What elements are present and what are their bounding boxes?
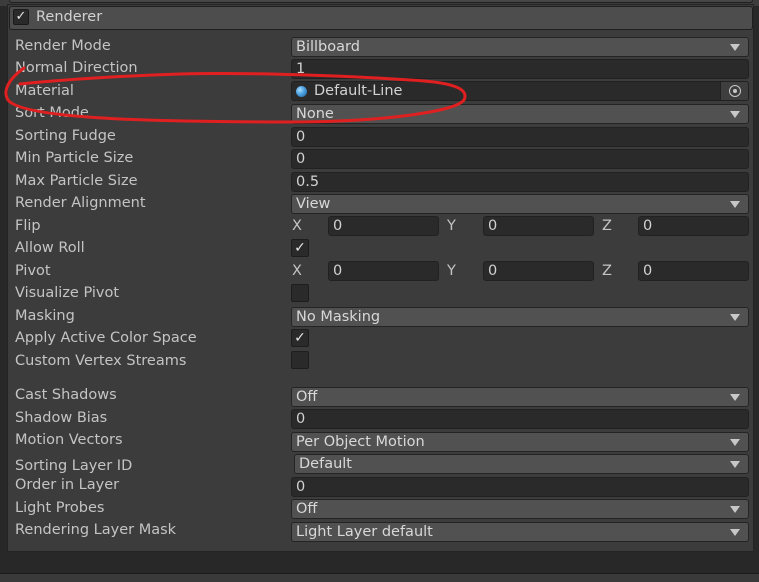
render-alignment-label: Render Alignment: [15, 195, 146, 211]
rendering-layer-mask-value: Light Layer default: [296, 524, 433, 540]
caret-down-icon: [730, 111, 740, 118]
custom-vertex-streams-label: Custom Vertex Streams: [15, 353, 187, 369]
max-particle-size-label: Max Particle Size: [15, 173, 138, 189]
pivot-label: Pivot: [15, 263, 51, 279]
caret-down-icon: [730, 439, 740, 446]
flip-z-label: Z: [602, 218, 612, 234]
max-particle-size-field[interactable]: 0.5: [291, 172, 749, 192]
material-value: Default-Line: [314, 83, 403, 99]
light-probes-dropdown[interactable]: Off: [291, 499, 749, 519]
flip-y-field[interactable]: 0: [483, 216, 594, 236]
flip-x-field[interactable]: 0: [328, 216, 439, 236]
cast-shadows-value: Off: [296, 389, 318, 405]
render-mode-label: Render Mode: [15, 38, 111, 54]
sort-mode-label: Sort Mode: [15, 105, 89, 121]
motion-vectors-value: Per Object Motion: [296, 434, 425, 450]
pivot-x-field[interactable]: 0: [328, 261, 439, 281]
flip-x-label: X: [292, 218, 302, 234]
render-mode-value: Billboard: [296, 39, 360, 55]
masking-label: Masking: [15, 308, 75, 324]
visualize-pivot-checkbox[interactable]: [291, 284, 309, 302]
sorting-fudge-label: Sorting Fudge: [15, 128, 116, 144]
caret-down-icon: [730, 201, 740, 208]
flip-y-label: Y: [447, 218, 456, 234]
apply-active-color-space-checkbox[interactable]: ✓: [291, 329, 309, 347]
masking-value: No Masking: [296, 309, 381, 325]
motion-vectors-dropdown[interactable]: Per Object Motion: [291, 432, 749, 452]
shadow-bias-label: Shadow Bias: [15, 410, 108, 426]
pivot-x-label: X: [292, 263, 302, 279]
visualize-pivot-label: Visualize Pivot: [15, 285, 120, 301]
min-particle-size-field[interactable]: 0: [291, 149, 749, 169]
object-picker-dot: [733, 89, 737, 93]
caret-down-icon: [730, 461, 740, 468]
flip-z-field[interactable]: 0: [638, 216, 749, 236]
rendering-layer-mask-label: Rendering Layer Mask: [15, 522, 177, 538]
order-in-layer-field[interactable]: 0: [291, 477, 749, 497]
sorting-layer-id-value: Default: [299, 456, 352, 472]
material-label: Material: [15, 83, 74, 99]
sort-mode-value: None: [296, 106, 334, 122]
apply-active-color-space-label: Apply Active Color Space: [15, 330, 197, 346]
render-alignment-dropdown[interactable]: View: [291, 194, 749, 214]
min-particle-size-label: Min Particle Size: [15, 150, 134, 166]
caret-down-icon: [730, 44, 740, 51]
motion-vectors-label: Motion Vectors: [15, 432, 123, 448]
render-mode-dropdown[interactable]: Billboard: [291, 37, 749, 57]
light-probes-value: Off: [296, 501, 318, 517]
sorting-fudge-field[interactable]: 0: [291, 127, 749, 147]
caret-down-icon: [730, 529, 740, 536]
allow-roll-label: Allow Roll: [15, 240, 85, 256]
sort-mode-dropdown[interactable]: None: [291, 104, 749, 124]
object-picker-button[interactable]: [720, 82, 748, 100]
sorting-layer-id-label: Sorting Layer ID: [15, 458, 133, 474]
pivot-y-label: Y: [447, 263, 456, 279]
masking-dropdown[interactable]: No Masking: [291, 307, 749, 327]
renderer-module-header[interactable]: [9, 6, 753, 30]
caret-down-icon: [730, 314, 740, 321]
pivot-z-label: Z: [602, 263, 612, 279]
light-probes-label: Light Probes: [15, 500, 105, 516]
material-sphere-icon: [296, 86, 307, 97]
flip-label: Flip: [15, 218, 41, 234]
renderer-enabled-checkbox[interactable]: ✓: [13, 9, 29, 25]
render-alignment-value: View: [296, 196, 331, 212]
allow-roll-checkbox[interactable]: ✓: [291, 239, 309, 257]
sorting-layer-id-dropdown[interactable]: Default: [294, 454, 749, 474]
renderer-module-title: Renderer: [36, 9, 103, 25]
rendering-layer-mask-dropdown[interactable]: Light Layer default: [291, 522, 749, 542]
order-in-layer-label: Order in Layer: [15, 477, 120, 493]
pivot-y-field[interactable]: 0: [483, 261, 594, 281]
cast-shadows-dropdown[interactable]: Off: [291, 387, 749, 407]
custom-vertex-streams-checkbox[interactable]: [291, 351, 309, 369]
pivot-z-field[interactable]: 0: [638, 261, 749, 281]
cast-shadows-label: Cast Shadows: [15, 387, 117, 403]
material-field[interactable]: Default-Line: [291, 81, 749, 101]
shadow-bias-field[interactable]: 0: [291, 409, 749, 429]
normal-direction-label: Normal Direction: [15, 60, 138, 76]
caret-down-icon: [730, 506, 740, 513]
normal-direction-field[interactable]: 1: [291, 59, 749, 79]
caret-down-icon: [730, 394, 740, 401]
previous-module-tab: [9, 0, 753, 3]
